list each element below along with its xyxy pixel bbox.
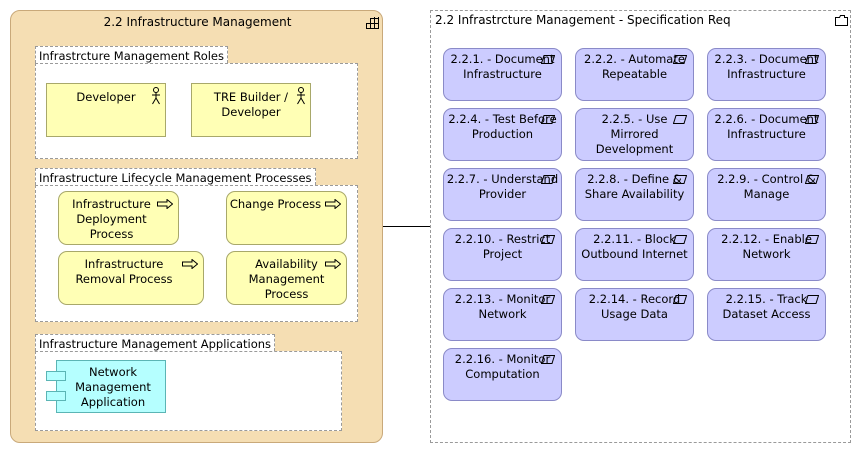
requirement-icon xyxy=(541,355,555,364)
requirement-label: 2.2.15. - Track Dataset Access xyxy=(722,292,811,321)
component-tab-icon xyxy=(46,391,66,401)
process-infrastructure-deployment[interactable]: Infrastructure Deployment Process xyxy=(58,191,179,245)
requirement-label: 2.2.5. - Use Mirrored Development xyxy=(595,112,674,156)
requirement-label: 2.2.10. - Restrict Project xyxy=(454,232,551,261)
actor-icon xyxy=(297,87,305,105)
requirement-label: 2.2.14. - Record Usage Data xyxy=(588,292,681,321)
requirement-icon xyxy=(805,55,819,64)
requirement-label: 2.2.9. - Control & Manage xyxy=(717,172,816,201)
process-label: Infrastructure Removal Process xyxy=(75,257,173,286)
requirement-icon xyxy=(541,55,555,64)
requirement-icon xyxy=(673,55,687,64)
requirement-2-2-1[interactable]: 2.2.1. - Document Infrastructure xyxy=(443,48,562,101)
requirement-2-2-15[interactable]: 2.2.15. - Track Dataset Access xyxy=(707,288,826,341)
requirement-icon xyxy=(541,175,555,184)
process-infrastructure-removal[interactable]: Infrastructure Removal Process xyxy=(58,251,204,305)
specification-requirements-group[interactable]: 2.2 Infrastrcture Management - Specifica… xyxy=(430,10,851,443)
requirement-2-2-2[interactable]: 2.2.2. - Automate Repeatable xyxy=(575,48,694,101)
requirement-2-2-8[interactable]: 2.2.8. - Define & Share Availability xyxy=(575,168,694,221)
requirement-2-2-4[interactable]: 2.2.4. - Test Before Production xyxy=(443,108,562,161)
requirement-icon xyxy=(541,115,555,124)
requirement-label: 2.2.11. - Block Outbound Internet xyxy=(581,232,688,261)
requirement-icon xyxy=(541,295,555,304)
requirement-label: 2.2.1. - Document Infrastructure xyxy=(450,52,555,81)
requirement-label: 2.2.2. - Automate Repeatable xyxy=(584,52,685,81)
requirement-2-2-10[interactable]: 2.2.10. - Restrict Project xyxy=(443,228,562,281)
requirement-2-2-14[interactable]: 2.2.14. - Record Usage Data xyxy=(575,288,694,341)
requirement-label: 2.2.13. - Monitor Network xyxy=(454,292,551,321)
requirement-2-2-16[interactable]: 2.2.16. - Monitor Computation xyxy=(443,348,562,401)
requirement-2-2-3[interactable]: 2.2.3. - Document Infrastructure xyxy=(707,48,826,101)
process-change[interactable]: Change Process xyxy=(226,191,347,245)
requirement-2-2-11[interactable]: 2.2.11. - Block Outbound Internet xyxy=(575,228,694,281)
requirement-label: 2.2.12. - Enable Network xyxy=(721,232,812,261)
process-label: Availability Management Process xyxy=(248,257,325,301)
application-network-management[interactable]: Network Management Application xyxy=(46,360,166,413)
infrastructure-management-group[interactable]: 2.2 Infrastructure Management Infrastrct… xyxy=(10,10,383,443)
process-availability-management[interactable]: Availability Management Process xyxy=(226,251,347,305)
process-arrow-icon xyxy=(157,199,173,209)
requirement-icon xyxy=(673,295,687,304)
requirement-icon xyxy=(541,235,555,244)
group-title: 2.2 Infrastructure Management xyxy=(103,15,292,29)
role-developer[interactable]: Developer xyxy=(46,83,166,137)
requirement-2-2-6[interactable]: 2.2.6. - Document Infrastructure xyxy=(707,108,826,161)
association-connector[interactable] xyxy=(383,226,430,227)
requirement-label: 2.2.8. - Define & Share Availability xyxy=(584,172,685,201)
requirement-icon xyxy=(805,295,819,304)
requirement-2-2-9[interactable]: 2.2.9. - Control & Manage xyxy=(707,168,826,221)
roles-group-title: Infrastrcture Management Roles xyxy=(35,46,228,63)
requirement-2-2-7[interactable]: 2.2.7. - Understand Provider xyxy=(443,168,562,221)
group-title: 2.2 Infrastrcture Management - Specifica… xyxy=(435,13,731,27)
folder-icon xyxy=(835,15,848,26)
process-arrow-icon xyxy=(325,259,341,269)
requirement-2-2-5[interactable]: 2.2.5. - Use Mirrored Development xyxy=(575,108,694,161)
role-label: TRE Builder / Developer xyxy=(213,90,289,119)
requirement-icon xyxy=(673,115,687,124)
requirement-2-2-13[interactable]: 2.2.13. - Monitor Network xyxy=(443,288,562,341)
requirement-icon xyxy=(673,235,687,244)
applications-group-title: Infrastructure Management Applications xyxy=(35,334,276,351)
requirement-icon xyxy=(673,175,687,184)
requirement-2-2-12[interactable]: 2.2.12. - Enable Network xyxy=(707,228,826,281)
requirement-label: 2.2.6. - Document Infrastructure xyxy=(714,112,819,141)
component-tab-icon xyxy=(46,371,66,381)
process-arrow-icon xyxy=(325,199,341,209)
process-arrow-icon xyxy=(182,259,198,269)
requirement-label: 2.2.3. - Document Infrastructure xyxy=(714,52,819,81)
process-label: Infrastructure Deployment Process xyxy=(72,197,151,241)
requirement-icon xyxy=(805,115,819,124)
actor-icon xyxy=(152,87,160,105)
requirement-icon xyxy=(805,175,819,184)
process-label: Change Process xyxy=(229,197,322,211)
requirement-icon xyxy=(805,235,819,244)
requirement-label: 2.2.16. - Monitor Computation xyxy=(454,352,551,381)
processes-group-title: Infrastructure Lifecycle Management Proc… xyxy=(35,168,316,185)
role-tre-builder-developer[interactable]: TRE Builder / Developer xyxy=(191,83,311,137)
application-label: Network Management Application xyxy=(75,365,151,409)
grouping-icon xyxy=(366,17,379,29)
role-label: Developer xyxy=(76,90,136,104)
